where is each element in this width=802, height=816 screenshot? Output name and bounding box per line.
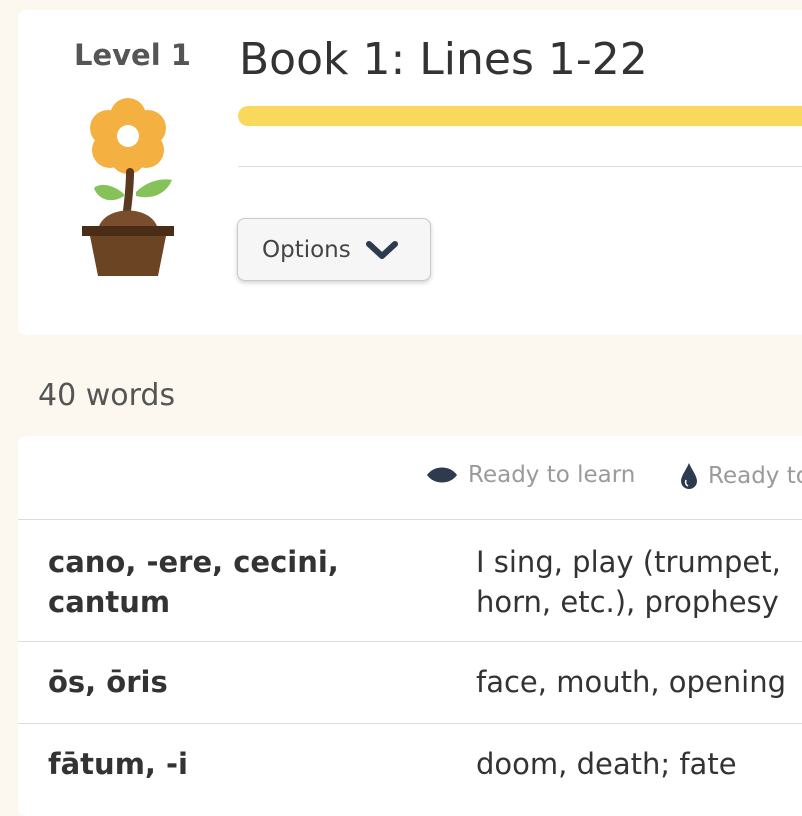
flower-pot-icon	[82, 98, 174, 276]
level-header-card: Level 1 Book 1: Lines 1-22 Options	[18, 10, 802, 335]
chevron-down-icon	[365, 240, 398, 259]
page-title: Book 1: Lines 1-22	[239, 34, 648, 85]
word-definition: doom, death; fate	[476, 747, 737, 781]
level-label: Level 1	[74, 38, 191, 72]
progress-bar	[238, 106, 802, 126]
legend-row: Ready to learn Ready to	[18, 436, 802, 520]
legend-ready-to-water: Ready to	[680, 462, 802, 490]
word-definition: face, mouth, opening	[476, 665, 786, 699]
word-row[interactable]: ōs, ōris face, mouth, opening	[18, 642, 802, 724]
options-button-label: Options	[262, 236, 351, 263]
legend-label: Ready to learn	[468, 462, 636, 488]
divider	[238, 166, 802, 167]
word-row[interactable]: fātum, -i doom, death; fate	[18, 724, 802, 816]
water-drop-icon	[681, 463, 697, 489]
eye-icon	[427, 467, 457, 483]
legend-label: Ready to	[708, 463, 802, 489]
word-list-table: Ready to learn Ready to cano, -ere, ceci…	[18, 436, 802, 816]
word-definition: I sing, play (trumpet, horn, etc.), prop…	[476, 545, 781, 619]
word-term: fātum, -i	[48, 747, 189, 781]
options-button[interactable]: Options	[237, 218, 431, 281]
word-count: 40 words	[38, 378, 176, 413]
legend-ready-to-learn: Ready to learn	[426, 462, 635, 488]
word-row[interactable]: cano, -ere, cecini, cantum I sing, play …	[18, 520, 802, 642]
word-term: ōs, ōris	[48, 665, 168, 699]
word-term: cano, -ere, cecini, cantum	[48, 545, 339, 619]
progress-bar-fill	[238, 106, 802, 126]
